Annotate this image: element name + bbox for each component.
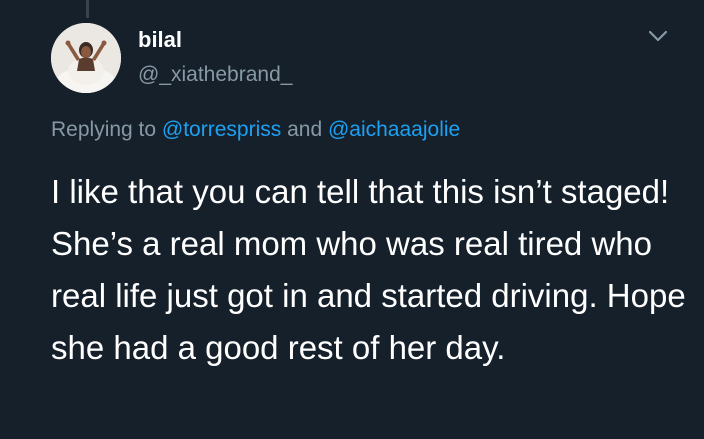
chevron-down-icon[interactable] (645, 26, 671, 46)
replying-to-line: Replying to @torrespriss and @aichaaajol… (51, 116, 460, 144)
avatar-photo-icon (51, 23, 121, 93)
avatar[interactable] (51, 23, 121, 93)
tweet-card: bilal @_xiathebrand_ Replying to @torres… (0, 0, 704, 439)
replying-prefix: Replying to (51, 118, 162, 141)
tweet-text: I like that you can tell that this isn’t… (51, 173, 686, 366)
thread-connector-line (86, 0, 89, 18)
display-name[interactable]: bilal (138, 27, 182, 53)
replying-conjunction: and (281, 118, 328, 141)
mention-link-torrespriss[interactable]: @torrespriss (162, 118, 281, 141)
mention-link-aichaaajolie[interactable]: @aichaaajolie (328, 118, 460, 141)
user-handle[interactable]: @_xiathebrand_ (138, 62, 292, 88)
